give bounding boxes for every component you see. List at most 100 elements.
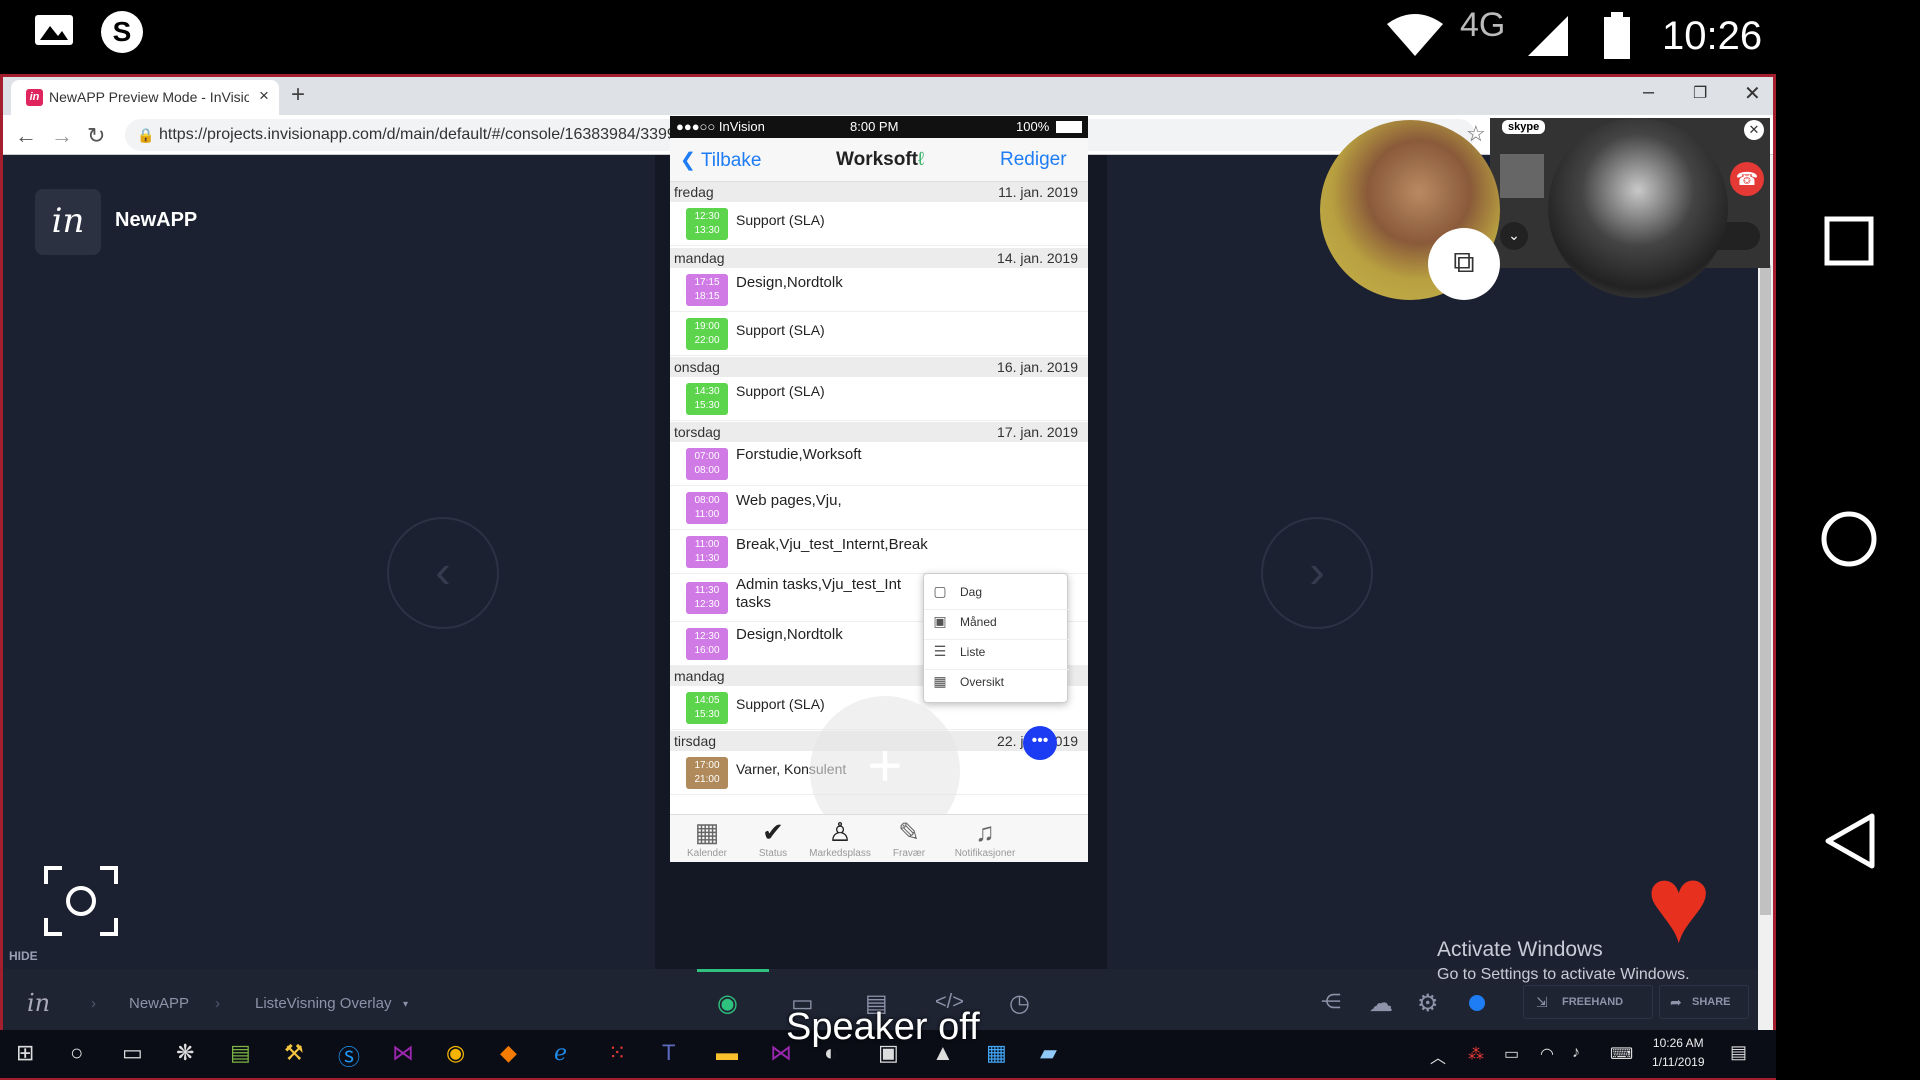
event-time-badge: 11:00 11:30	[686, 536, 728, 568]
event-end: 12:30	[694, 599, 720, 610]
month-calendar-icon: ▣	[933, 613, 947, 629]
tilbake-button[interactable]: ❮ Tilbake	[680, 149, 761, 172]
event-title: Forstudie,Worksoft	[736, 446, 862, 463]
internet-explorer-icon[interactable]: ℯ	[554, 1040, 567, 1066]
calendar-event[interactable]: 08:00 11:00 Web pages,Vju,	[670, 486, 1088, 530]
calendar-event[interactable]: 11:00 11:30 Break,Vju_test_Internt,Break	[670, 530, 1088, 574]
event-start: 08:00	[694, 495, 720, 506]
collapse-chevron-icon[interactable]: ⌄	[1500, 222, 1528, 250]
hide-toolbar-button[interactable]: HIDE	[9, 949, 38, 963]
skype-icon: S	[101, 11, 143, 53]
invision-logo[interactable]: in	[35, 189, 101, 255]
event-end: 08:00	[694, 465, 720, 476]
next-screen-button[interactable]: ›	[1261, 517, 1373, 629]
calendar-event[interactable]: 14:30 15:30 Support (SLA)	[670, 377, 1088, 421]
windows-start-icon[interactable]: ⊞	[16, 1040, 34, 1066]
calendar-event[interactable]: 17:15 18:15 Design,Nordtolk	[670, 268, 1088, 312]
event-start: 11:00	[694, 539, 720, 550]
previous-screen-button[interactable]: ‹	[387, 517, 499, 629]
wifi-tray-icon[interactable]: ◠	[1540, 1044, 1554, 1064]
notepad-icon[interactable]: ▤	[230, 1040, 251, 1066]
window-close-button[interactable]: ✕	[1744, 81, 1761, 106]
day-date: 17. jan. 2019	[997, 424, 1078, 440]
settings-gear-icon[interactable]: ⚙	[1417, 989, 1439, 1018]
day-name: tirsdag	[674, 733, 717, 749]
back-arrow-icon[interactable]: ←	[15, 123, 37, 149]
battery-tray-icon[interactable]: ▭	[1504, 1044, 1519, 1064]
browser-tab[interactable]: in NewAPP Preview Mode - InVision ×	[11, 80, 279, 115]
app-grid-icon[interactable]: ⁙	[608, 1040, 626, 1066]
breadcrumb-project[interactable]: NewAPP	[129, 995, 189, 1012]
task-view-icon[interactable]: ▭	[122, 1040, 143, 1066]
event-end: 22:00	[694, 335, 720, 346]
app-window-icon[interactable]: ▰	[1040, 1040, 1057, 1066]
breadcrumb-screen[interactable]: ListeVisning Overlay	[255, 995, 391, 1012]
taskbar-clock[interactable]: 10:26 AM 1/11/2019	[1652, 1034, 1705, 1072]
freehand-button[interactable]: ⇲ FREEHAND	[1523, 985, 1653, 1019]
cloud-sync-icon[interactable]: ☁	[1369, 989, 1393, 1018]
home-button[interactable]	[1820, 510, 1878, 568]
visual-studio-icon[interactable]: ⋈	[392, 1040, 414, 1066]
page-scrollbar[interactable]	[1758, 155, 1773, 1045]
teams-icon[interactable]: T	[662, 1040, 675, 1066]
event-end: 15:30	[694, 709, 720, 720]
tab-status[interactable]: ✔ Status	[738, 817, 808, 859]
menu-label: Liste	[960, 645, 986, 659]
rediger-button[interactable]: Rediger	[1000, 149, 1067, 171]
calendar-event[interactable]: 07:00 08:00 Forstudie,Worksoft	[670, 442, 1088, 486]
scrollbar-thumb[interactable]	[1760, 265, 1771, 915]
prototype-screen[interactable]: ●●●○○ InVision 8:00 PM 100% ❮ Tilbake Wo…	[670, 116, 1088, 862]
tab-notifikasjoner[interactable]: ♫ Notifikasjoner	[940, 817, 1030, 859]
back-button[interactable]	[1822, 812, 1876, 870]
skype-taskbar-icon[interactable]: Ⓢ	[338, 1040, 360, 1072]
forward-arrow-icon[interactable]: →	[51, 123, 73, 149]
tray-chevron-icon[interactable]: ︿	[1430, 1044, 1446, 1068]
calendar-event[interactable]: 19:00 22:00 Support (SLA)	[670, 312, 1088, 356]
menu-item-oversikt[interactable]: ▦ Oversikt	[924, 664, 1069, 700]
switch-camera-icon[interactable]: ⧉	[1428, 228, 1500, 300]
tab-fravaer[interactable]: ✎ Fravær	[874, 817, 944, 859]
reload-icon[interactable]: ↻	[87, 123, 105, 149]
git-icon[interactable]: ◆	[500, 1040, 517, 1066]
day-date: 11. jan. 2019	[998, 184, 1078, 200]
action-center-icon[interactable]: ▤	[1730, 1042, 1747, 1063]
day-date: 14. jan. 2019	[997, 250, 1078, 266]
volume-icon[interactable]: ♪	[1572, 1044, 1580, 1062]
tab-markedsplass[interactable]: ♙ Markedsplass	[800, 817, 880, 859]
user-avatar-dot[interactable]	[1469, 995, 1485, 1011]
event-time-badge: 17:00 21:00	[686, 757, 728, 789]
tab-kalender[interactable]: ▦ Kalender	[672, 817, 742, 859]
invision-home-icon[interactable]: in	[27, 989, 50, 1017]
share-button[interactable]: ➦ SHARE	[1659, 985, 1749, 1019]
preview-eye-icon[interactable]: ◉	[717, 989, 738, 1018]
screen-dropdown-icon[interactable]: ▾	[403, 999, 408, 1010]
tools-icon[interactable]: ⚒	[284, 1040, 304, 1066]
keyboard-icon[interactable]: ⌨	[1610, 1044, 1633, 1064]
restore-button[interactable]: ❐	[1693, 83, 1707, 103]
app-icon[interactable]: ❋	[176, 1040, 194, 1066]
heart-reaction-icon[interactable]: ♥	[1646, 850, 1711, 960]
screenshot-capture-icon[interactable]	[44, 866, 118, 936]
new-tab-button[interactable]: +	[291, 81, 305, 109]
calendar-event[interactable]: 12:30 13:30 Support (SLA)	[670, 202, 1088, 246]
share-nodes-icon[interactable]: ⋲	[1321, 989, 1341, 1014]
cortana-circle-icon[interactable]: ○	[70, 1040, 83, 1066]
history-clock-icon[interactable]: ◷	[1009, 989, 1030, 1018]
end-call-icon[interactable]: ☎	[1730, 162, 1764, 196]
minimize-button[interactable]: –	[1643, 81, 1654, 104]
tab-label: Notifikasjoner	[954, 848, 1016, 859]
remote-desktop-icon[interactable]: ▦	[986, 1040, 1007, 1066]
event-end: 15:30	[694, 400, 720, 411]
more-options-button[interactable]: •••	[1023, 726, 1057, 760]
chrome-icon[interactable]: ◉	[446, 1040, 465, 1066]
calendar-grid-icon: ▦	[694, 817, 720, 847]
tab-title: NewAPP Preview Mode - InVision	[49, 89, 249, 105]
event-start: 11:30	[694, 585, 720, 596]
tab-close-icon[interactable]: ×	[259, 86, 269, 106]
event-title: Design,Nordtolk	[736, 274, 843, 291]
event-title: Support (SLA)	[736, 322, 825, 338]
recents-button[interactable]	[1824, 216, 1874, 266]
tray-app-icon[interactable]: ⁂	[1468, 1044, 1484, 1064]
file-explorer-icon[interactable]: ▬	[716, 1040, 738, 1066]
close-call-window-icon[interactable]: ✕	[1744, 120, 1764, 140]
